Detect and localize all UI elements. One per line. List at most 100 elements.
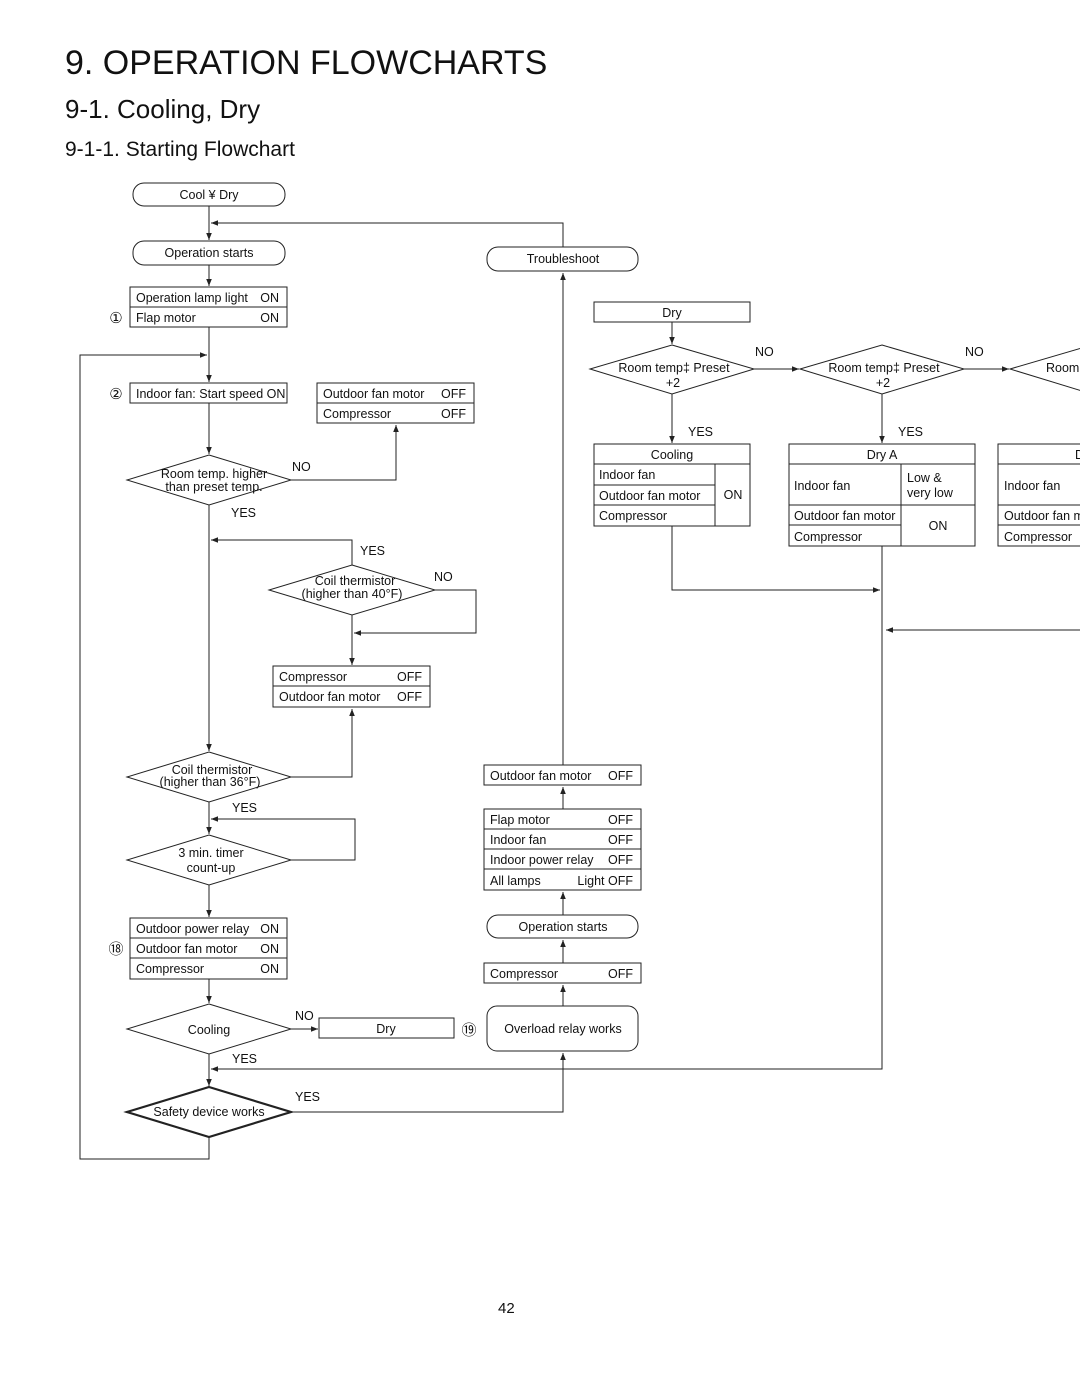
- svg-text:Room temp. higher: Room temp. higher: [161, 467, 267, 481]
- step-marker-18: ⑱: [108, 941, 123, 958]
- svg-text:ON: ON: [260, 942, 279, 956]
- svg-text:Low &: Low &: [907, 471, 942, 485]
- svg-text:+2: +2: [876, 376, 890, 390]
- decision-room-temp: Room temp. higher than preset temp. NO Y…: [125, 454, 311, 520]
- svg-text:Room: Room: [1046, 361, 1079, 375]
- box-dry-link: Dry: [318, 1017, 455, 1039]
- terminal-cool-dry: Cool ¥ Dry: [132, 182, 286, 207]
- svg-text:Dry: Dry: [376, 1022, 396, 1036]
- box-outdoor-off: Outdoor fan motor OFF Compressor OFF: [316, 382, 475, 424]
- svg-text:Room temp‡ Preset: Room temp‡ Preset: [618, 361, 730, 375]
- svg-text:Indoor fan: Start speed ON: Indoor fan: Start speed ON: [136, 387, 285, 401]
- arrow-troubleshoot-return: [211, 220, 564, 247]
- terminal-troubleshoot: Troubleshoot: [486, 246, 639, 272]
- svg-text:Compressor: Compressor: [490, 967, 558, 981]
- box-indoor-fan-start: Indoor fan: Start speed ON ②: [109, 382, 288, 404]
- svg-text:very low: very low: [907, 486, 954, 500]
- svg-text:Outdoor fan motor: Outdoor fan motor: [323, 387, 424, 401]
- svg-text:Compressor: Compressor: [136, 962, 204, 976]
- box-step-18: Outdoor power relay ON Outdoor fan motor O…: [108, 917, 288, 980]
- svg-text:Overload relay works: Overload relay works: [504, 1022, 621, 1036]
- svg-text:YES: YES: [688, 425, 713, 439]
- step-marker-2: ②: [109, 386, 122, 403]
- svg-text:NO: NO: [295, 1009, 314, 1023]
- svg-text:Compressor: Compressor: [794, 530, 862, 544]
- svg-text:ON: ON: [260, 922, 279, 936]
- svg-text:D: D: [1075, 448, 1080, 462]
- svg-text:OFF: OFF: [441, 387, 466, 401]
- svg-text:Dry: Dry: [662, 306, 682, 320]
- svg-text:ON: ON: [260, 962, 279, 976]
- operation-flowchart: Cool ¥ Dry Operation starts Operation la…: [79, 182, 1080, 1160]
- decision-room-temp-3: Room: [1008, 347, 1080, 391]
- svg-text:Cooling: Cooling: [651, 448, 693, 462]
- box-all-off: Flap motor OFF Indoor fan OFF Indoor power…: [483, 808, 642, 891]
- svg-text:YES: YES: [232, 801, 257, 815]
- svg-text:NO: NO: [755, 345, 774, 359]
- svg-text:Outdoor power relay: Outdoor power relay: [136, 922, 250, 936]
- svg-text:OFF: OFF: [441, 407, 466, 421]
- svg-text:Flap motor: Flap motor: [490, 813, 550, 827]
- svg-text:Compressor: Compressor: [1004, 530, 1072, 544]
- svg-text:YES: YES: [232, 1052, 257, 1066]
- svg-text:All lamps: All lamps: [490, 874, 541, 888]
- svg-text:Cooling: Cooling: [188, 1023, 230, 1037]
- svg-text:Indoor fan: Indoor fan: [490, 833, 546, 847]
- svg-text:Coil thermistor: Coil thermistor: [315, 574, 396, 588]
- svg-text:(higher than 36°F): (higher than 36°F): [160, 775, 261, 789]
- svg-text:Compressor: Compressor: [599, 509, 667, 523]
- terminal-operation-starts: Operation starts: [132, 240, 286, 266]
- step-marker-1: ①: [109, 310, 122, 327]
- svg-text:Flap motor: Flap motor: [136, 311, 196, 325]
- svg-text:OFF: OFF: [608, 813, 633, 827]
- svg-text:Outdoor fan motor: Outdoor fan motor: [794, 509, 895, 523]
- svg-text:YES: YES: [360, 544, 385, 558]
- box-dry-a-mode: Dry A Indoor fan Low & very low Outdoor …: [788, 443, 976, 547]
- svg-text:ON: ON: [260, 291, 279, 305]
- decision-coil-40: Coil thermistor (higher than 40°F) NO YE…: [267, 544, 453, 616]
- svg-text:YES: YES: [898, 425, 923, 439]
- svg-text:Outdoor fan motor: Outdoor fan motor: [599, 489, 700, 503]
- box-dry-start: Dry: [593, 301, 751, 323]
- decision-cooling: Cooling NO YES: [125, 1003, 314, 1066]
- decision-timer: 3 min. timer count-up: [125, 834, 293, 886]
- svg-text:OFF: OFF: [608, 833, 633, 847]
- svg-text:Room temp‡ Preset: Room temp‡ Preset: [828, 361, 940, 375]
- svg-text:Outdoor fan motor: Outdoor fan motor: [490, 769, 591, 783]
- svg-text:Cool ¥ Dry: Cool ¥ Dry: [179, 188, 239, 202]
- box-cooling-mode: Cooling Indoor fan Outdoor fan motor Com…: [593, 443, 751, 527]
- svg-text:+2: +2: [666, 376, 680, 390]
- terminal-operation-starts-2: Operation starts: [486, 914, 639, 939]
- svg-text:NO: NO: [434, 570, 453, 584]
- svg-text:Indoor power relay: Indoor power relay: [490, 853, 594, 867]
- svg-text:Light OFF: Light OFF: [577, 874, 633, 888]
- svg-text:OFF: OFF: [608, 967, 633, 981]
- svg-text:Operation starts: Operation starts: [165, 246, 254, 260]
- svg-text:Indoor fan: Indoor fan: [794, 479, 850, 493]
- svg-text:Indoor fan: Indoor fan: [1004, 479, 1060, 493]
- svg-text:Troubleshoot: Troubleshoot: [527, 252, 600, 266]
- svg-text:Compressor: Compressor: [323, 407, 391, 421]
- svg-text:OFF: OFF: [397, 670, 422, 684]
- decision-room-temp-2: Room temp‡ Preset +2 NO YES: [798, 344, 984, 439]
- svg-text:OFF: OFF: [608, 853, 633, 867]
- svg-text:Outdoor fan motor: Outdoor fan motor: [279, 690, 380, 704]
- box-dry-b-mode: D Indoor fan Outdoor fan m Compressor: [997, 443, 1080, 547]
- svg-text:Indoor fan: Indoor fan: [599, 468, 655, 482]
- svg-text:YES: YES: [295, 1090, 320, 1104]
- svg-text:Operation lamp light: Operation lamp light: [136, 291, 248, 305]
- svg-text:(higher than 40°F): (higher than 40°F): [302, 587, 403, 601]
- svg-text:count-up: count-up: [187, 861, 236, 875]
- svg-text:Operation starts: Operation starts: [519, 920, 608, 934]
- page-number: 42: [498, 1300, 515, 1317]
- box-lamp-flap: Operation lamp light ON Flap motor ON ①: [109, 286, 288, 328]
- svg-text:NO: NO: [292, 460, 311, 474]
- svg-text:3 min. timer: 3 min. timer: [178, 846, 243, 860]
- svg-text:Outdoor fan m: Outdoor fan m: [1004, 509, 1080, 523]
- box-overload-relay: Overload relay works ⑲: [461, 1005, 639, 1052]
- svg-text:NO: NO: [965, 345, 984, 359]
- svg-text:Compressor: Compressor: [279, 670, 347, 684]
- svg-text:ON: ON: [929, 519, 948, 533]
- svg-text:OFF: OFF: [608, 769, 633, 783]
- svg-text:Outdoor fan motor: Outdoor fan motor: [136, 942, 237, 956]
